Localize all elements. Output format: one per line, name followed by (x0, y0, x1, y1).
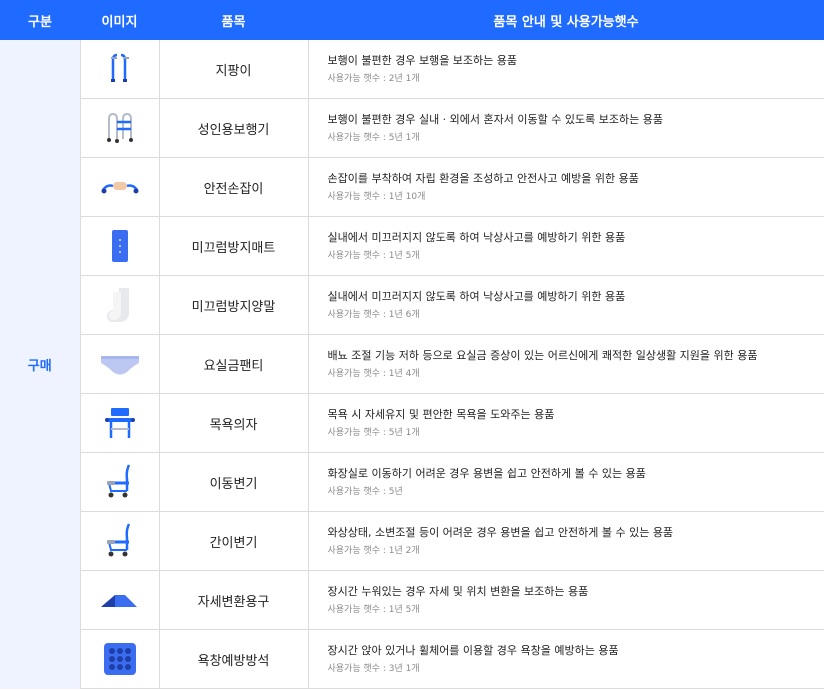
item-usage: 사용가능 햇수 : 1년 5개 (327, 604, 420, 615)
item-description: 실내에서 미끄러지지 않도록 하여 낙상사고를 예방하기 위한 용품 (327, 230, 626, 244)
item-name: 지팡이 (159, 40, 309, 99)
item-description: 보행이 불편한 경우 보행을 보조하는 용품 (327, 53, 518, 67)
bath-chair-icon (99, 402, 141, 444)
item-usage: 사용가능 햇수 : 1년 5개 (327, 250, 420, 261)
anti-slip-socks-icon (99, 284, 141, 326)
mobile-toilet-icon (99, 461, 141, 503)
item-name: 성인용보행기 (159, 98, 309, 158)
position-change-tool-icon (99, 579, 141, 621)
item-name: 이동변기 (159, 452, 309, 512)
item-usage: 사용가능 햇수 : 5년 (327, 486, 403, 497)
item-name: 안전손잡이 (159, 157, 309, 217)
simple-toilet-icon (99, 520, 141, 562)
item-name: 간이변기 (159, 511, 309, 571)
item-usage: 사용가능 햇수 : 1년 10개 (327, 191, 426, 202)
category-cell: 구매 (0, 40, 81, 689)
bedsore-cushion-icon (99, 638, 141, 680)
item-usage: 사용가능 햇수 : 1년 4개 (327, 368, 420, 379)
anti-slip-mat-icon (99, 225, 141, 267)
table-row: 미끄럼방지양말 실내에서 미끄러지지 않도록 하여 낙상사고를 예방하기 위한 … (0, 275, 824, 335)
table-row: 안전손잡이 손잡이를 부착하여 자립 환경을 조성하고 안전사고 예방을 위한 … (0, 157, 824, 217)
safety-handle-icon (99, 166, 141, 208)
item-description: 실내에서 미끄러지지 않도록 하여 낙상사고를 예방하기 위한 용품 (327, 289, 626, 303)
item-description: 장시간 누워있는 경우 자세 및 위치 변환을 보조하는 용품 (327, 584, 589, 598)
table-row: 이동변기 화장실로 이동하기 어려운 경우 용변을 쉽고 안전하게 볼 수 있는… (0, 452, 824, 512)
item-usage: 사용가능 햇수 : 3년 1개 (327, 663, 420, 674)
item-usage: 사용가능 햇수 : 5년 1개 (327, 132, 420, 143)
item-description: 손잡이를 부착하여 자립 환경을 조성하고 안전사고 예방을 위한 용품 (327, 171, 639, 185)
item-description: 화장실로 이동하기 어려운 경우 용변을 쉽고 안전하게 볼 수 있는 용품 (327, 466, 646, 480)
header-category: 구분 (0, 0, 80, 40)
item-usage: 사용가능 햇수 : 5년 1개 (327, 427, 420, 438)
item-usage: 사용가능 햇수 : 1년 6개 (327, 309, 420, 320)
table-row: 구매 지팡이 보행이 불편한 경우 보행을 보조하는 용품사용가능 햇수 : 2… (0, 40, 824, 689)
header-item: 품목 (159, 0, 308, 40)
table-row: 목욕의자 목욕 시 자세유지 및 편안한 목욕을 도와주는 용품사용가능 햇수 … (0, 393, 824, 453)
item-usage: 사용가능 햇수 : 2년 1개 (327, 73, 420, 84)
cane-icon (99, 48, 141, 90)
item-name: 욕창예방방석 (159, 629, 309, 689)
item-name: 자세변환용구 (159, 570, 309, 630)
item-name: 미끄럼방지매트 (159, 216, 309, 276)
item-name: 미끄럼방지양말 (159, 275, 309, 335)
table-row: 간이변기 와상상태, 소변조절 등이 어려운 경우 용변을 쉽고 안전하게 볼 … (0, 511, 824, 571)
header-description: 품목 안내 및 사용가능햇수 (308, 0, 824, 40)
item-description: 배뇨 조절 기능 저하 등으로 요실금 증상이 있는 어르신에게 쾌적한 일상생… (327, 348, 758, 362)
table-row: 욕창예방방석 장시간 앉아 있거나 휠체어를 이용할 경우 욕창을 예방하는 용… (0, 629, 824, 689)
table-row: 미끄럼방지매트 실내에서 미끄러지지 않도록 하여 낙상사고를 예방하기 위한 … (0, 216, 824, 276)
incontinence-panty-icon (99, 343, 141, 385)
table-row: 성인용보행기 보행이 불편한 경우 실내 · 외에서 혼자서 이동할 수 있도록… (0, 98, 824, 158)
header-image: 이미지 (80, 0, 159, 40)
item-description: 보행이 불편한 경우 실내 · 외에서 혼자서 이동할 수 있도록 보조하는 용… (327, 112, 663, 126)
walker-icon (99, 107, 141, 149)
welfare-items-table: 구분 이미지 품목 품목 안내 및 사용가능햇수 구매 지팡이 보행이 불편한 … (0, 0, 824, 689)
table-header-row: 구분 이미지 품목 품목 안내 및 사용가능햇수 (0, 0, 824, 40)
item-name: 요실금팬티 (159, 334, 309, 394)
item-description: 목욕 시 자세유지 및 편안한 목욕을 도와주는 용품 (327, 407, 555, 421)
item-usage: 사용가능 햇수 : 1년 2개 (327, 545, 420, 556)
item-name: 목욕의자 (159, 393, 309, 453)
table-row: 요실금팬티 배뇨 조절 기능 저하 등으로 요실금 증상이 있는 어르신에게 쾌… (0, 334, 824, 394)
item-description: 장시간 앉아 있거나 휠체어를 이용할 경우 욕창을 예방하는 용품 (327, 643, 619, 657)
table-row: 자세변환용구 장시간 누워있는 경우 자세 및 위치 변환을 보조하는 용품사용… (0, 570, 824, 630)
item-description: 와상상태, 소변조절 등이 어려운 경우 용변을 쉽고 안전하게 볼 수 있는 … (327, 525, 674, 539)
